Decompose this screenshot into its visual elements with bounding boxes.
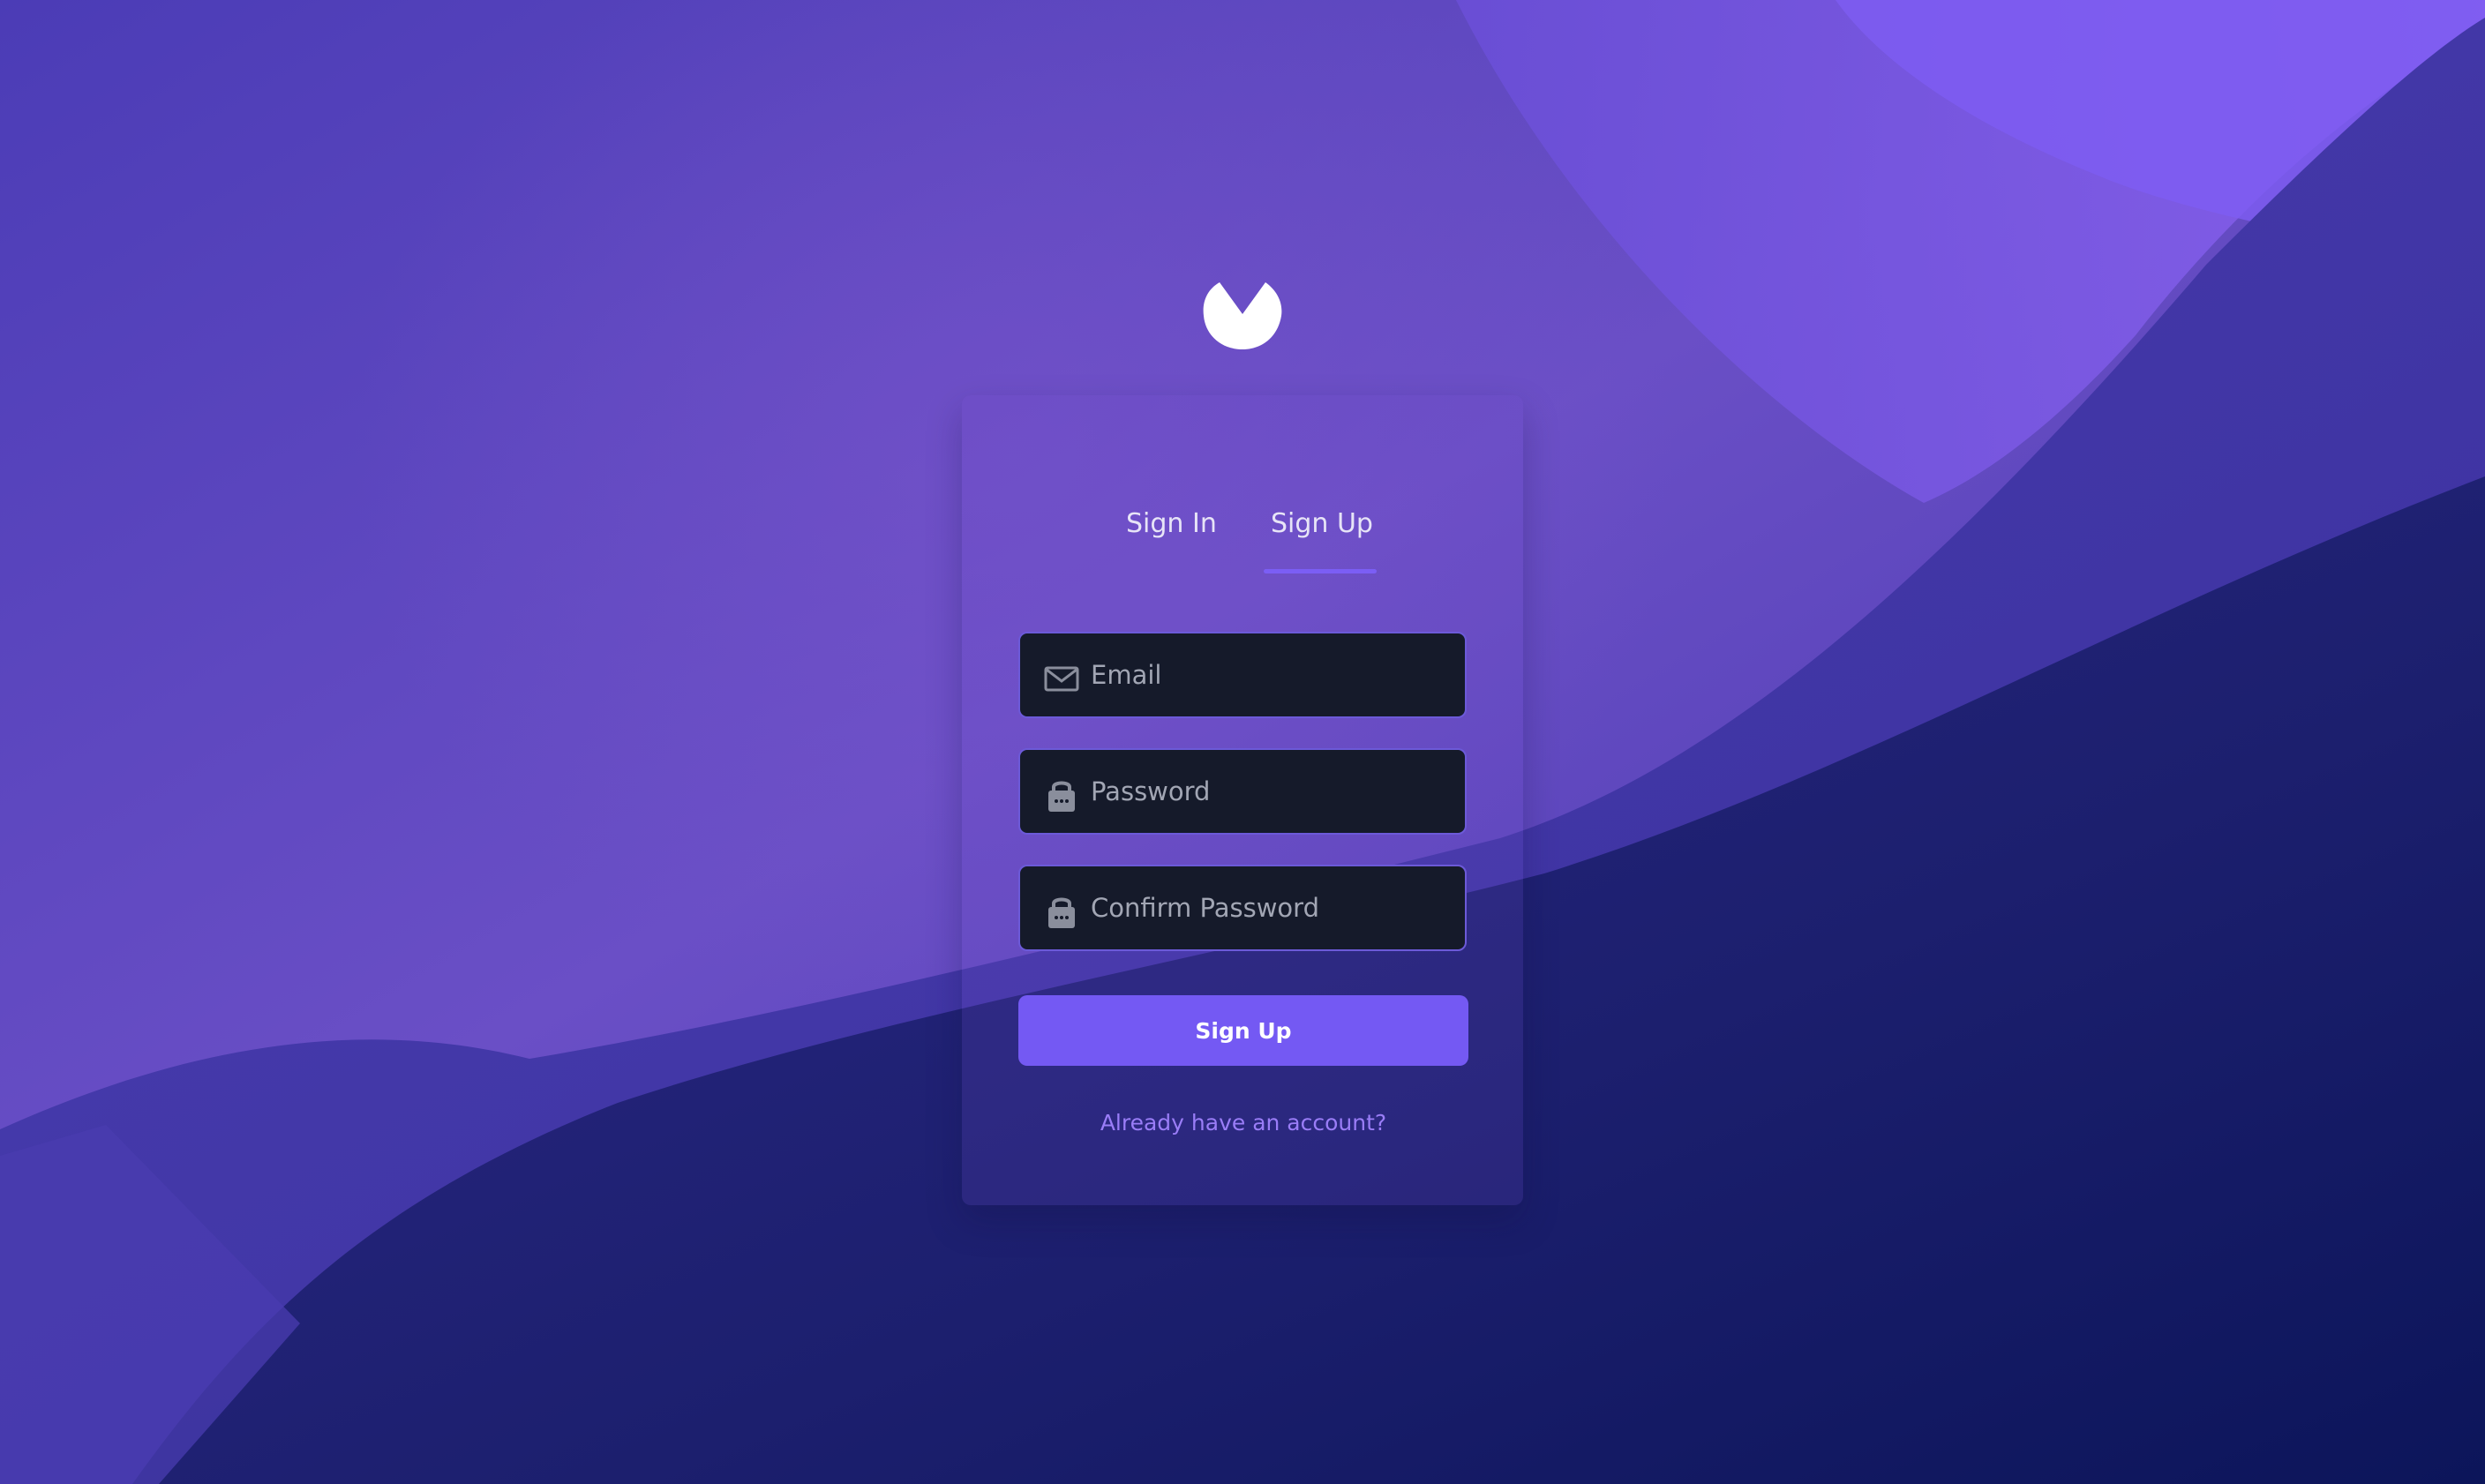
email-field[interactable] — [1018, 632, 1467, 718]
email-input[interactable] — [1091, 633, 1453, 716]
lock-icon — [1048, 897, 1075, 928]
password-field[interactable] — [1018, 748, 1467, 835]
confirm-password-input[interactable] — [1091, 866, 1453, 949]
confirm-password-field[interactable] — [1018, 865, 1467, 951]
already-have-account-link[interactable]: Already have an account? — [1018, 1110, 1468, 1135]
tab-sign-up[interactable]: Sign Up — [1271, 505, 1373, 543]
tab-sign-in[interactable]: Sign In — [1126, 505, 1217, 543]
sign-up-button[interactable]: Sign Up — [1018, 995, 1468, 1066]
mail-icon — [1044, 666, 1079, 692]
lock-icon — [1048, 781, 1075, 812]
brand-logo-icon — [1203, 282, 1282, 349]
active-tab-indicator — [1264, 569, 1377, 573]
password-input[interactable] — [1091, 750, 1453, 833]
